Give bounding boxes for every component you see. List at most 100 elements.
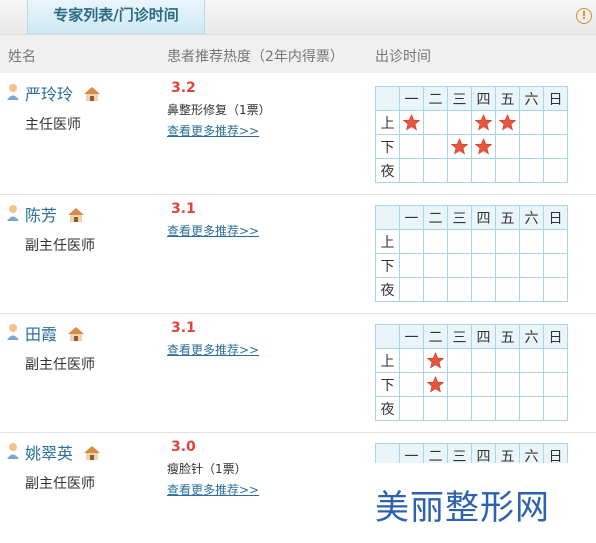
schedule-cell: [423, 134, 448, 159]
schedule-cell: [495, 396, 520, 421]
schedule-day-header: 五: [495, 86, 520, 111]
schedule-day-header: 四: [471, 443, 496, 463]
schedule-clip: 一二三四五六日上下夜: [375, 443, 577, 463]
schedule-cell: [471, 277, 496, 302]
schedule-cell: [423, 158, 448, 183]
schedule-cell: [519, 372, 544, 397]
schedule-cell-on: [447, 134, 472, 159]
star-icon: [475, 114, 492, 131]
schedule-day-header: 六: [519, 205, 544, 230]
schedule-cell: [399, 277, 424, 302]
schedule-cell-on: [423, 372, 448, 397]
schedule-day-header: 日: [543, 205, 568, 230]
star-icon: [427, 376, 444, 393]
schedule-day-header: 日: [543, 324, 568, 349]
schedule-table: 一二三四五六日上下夜: [375, 324, 568, 421]
schedule-period-label: 夜: [375, 158, 400, 183]
home-icon[interactable]: [83, 86, 101, 102]
schedule-cell: [519, 229, 544, 254]
schedule-cell: [543, 134, 568, 159]
schedule-day-header: 三: [447, 86, 472, 111]
tab-expert-list[interactable]: 专家列表/门诊时间: [27, 0, 205, 34]
schedule-cell: [399, 134, 424, 159]
schedule-day-header: 二: [423, 205, 448, 230]
schedule-cell: [471, 158, 496, 183]
schedule-day-header: 一: [399, 324, 424, 349]
table-header: 姓名 患者推荐热度（2年内得票） 出诊时间: [0, 35, 596, 73]
home-icon[interactable]: [83, 445, 101, 461]
schedule-cell: [399, 348, 424, 373]
schedule-day-header: 一: [399, 443, 424, 463]
schedule-cell: [447, 396, 472, 421]
schedule-cell: [471, 348, 496, 373]
schedule-day-header: 二: [423, 86, 448, 111]
schedule-cell: [423, 253, 448, 278]
doctor-score: 3.1: [171, 320, 196, 336]
doctor-row: 陈芳 副主任医师 3.1 查看更多推荐>> 一二三四五六日上下夜: [0, 195, 596, 314]
schedule-day-header: 一: [399, 205, 424, 230]
schedule-cell: [399, 158, 424, 183]
star-icon: [427, 352, 444, 369]
star-icon: [499, 114, 516, 131]
schedule-period-label: 上: [375, 348, 400, 373]
schedule-period-label: 上: [375, 110, 400, 135]
schedule-cell: [543, 277, 568, 302]
schedule-period-label: 夜: [375, 396, 400, 421]
schedule-day-header: 日: [543, 443, 568, 463]
schedule-corner: [375, 86, 400, 111]
schedule-cell: [399, 396, 424, 421]
schedule-cell: [495, 372, 520, 397]
schedule-cell: [543, 253, 568, 278]
schedule-day-header: 五: [495, 443, 520, 463]
schedule-cell-on: [399, 110, 424, 135]
person-icon: [7, 443, 19, 459]
more-recommend-link[interactable]: 查看更多推荐>>: [167, 222, 259, 239]
schedule-cell: [423, 396, 448, 421]
schedule-period-label: 上: [375, 229, 400, 254]
doctor-name[interactable]: 田霞: [25, 321, 57, 345]
info-icon[interactable]: !: [576, 8, 592, 24]
doctor-row: 严玲玲 主任医师 3.2 鼻整形修复（1票） 查看更多推荐>> 一二三四五六日上…: [0, 74, 596, 195]
schedule-day-header: 六: [519, 324, 544, 349]
header-name: 姓名: [8, 49, 36, 65]
top-bar: 专家列表/门诊时间 !: [0, 0, 596, 35]
watermark-text: 美丽整形网: [375, 488, 550, 528]
more-recommend-link[interactable]: 查看更多推荐>>: [167, 122, 259, 139]
schedule-cell: [519, 110, 544, 135]
home-icon[interactable]: [67, 326, 85, 342]
doctor-name[interactable]: 姚翠英: [25, 440, 73, 464]
schedule-cell: [471, 229, 496, 254]
more-recommend-link[interactable]: 查看更多推荐>>: [167, 341, 259, 358]
schedule-cell-on: [471, 110, 496, 135]
schedule-cell: [447, 158, 472, 183]
schedule-cell: [471, 396, 496, 421]
schedule-day-header: 四: [471, 324, 496, 349]
doctor-title: 主任医师: [25, 117, 81, 133]
schedule-cell: [447, 348, 472, 373]
star-icon: [451, 138, 468, 155]
schedule-day-header: 三: [447, 443, 472, 463]
recommend-text: 瘦脸针（1票）: [167, 462, 247, 476]
star-icon: [475, 138, 492, 155]
schedule-cell: [543, 348, 568, 373]
schedule-cell: [543, 158, 568, 183]
schedule-cell: [423, 110, 448, 135]
schedule-cell: [399, 253, 424, 278]
doctor-title: 副主任医师: [25, 357, 95, 373]
home-icon[interactable]: [67, 207, 85, 223]
schedule-cell: [495, 348, 520, 373]
schedule-table: 一二三四五六日上下夜: [375, 205, 568, 302]
schedule-cell: [495, 253, 520, 278]
schedule-cell-on: [423, 348, 448, 373]
more-recommend-link[interactable]: 查看更多推荐>>: [167, 481, 259, 498]
schedule-period-label: 夜: [375, 277, 400, 302]
schedule-period-label: 下: [375, 134, 400, 159]
doctor-name[interactable]: 陈芳: [25, 202, 57, 226]
schedule-day-header: 六: [519, 86, 544, 111]
schedule-cell: [495, 134, 520, 159]
doctor-name[interactable]: 严玲玲: [25, 81, 73, 105]
schedule-period-label: 下: [375, 253, 400, 278]
schedule-cell: [543, 396, 568, 421]
schedule-cell: [519, 396, 544, 421]
schedule-day-header: 五: [495, 205, 520, 230]
